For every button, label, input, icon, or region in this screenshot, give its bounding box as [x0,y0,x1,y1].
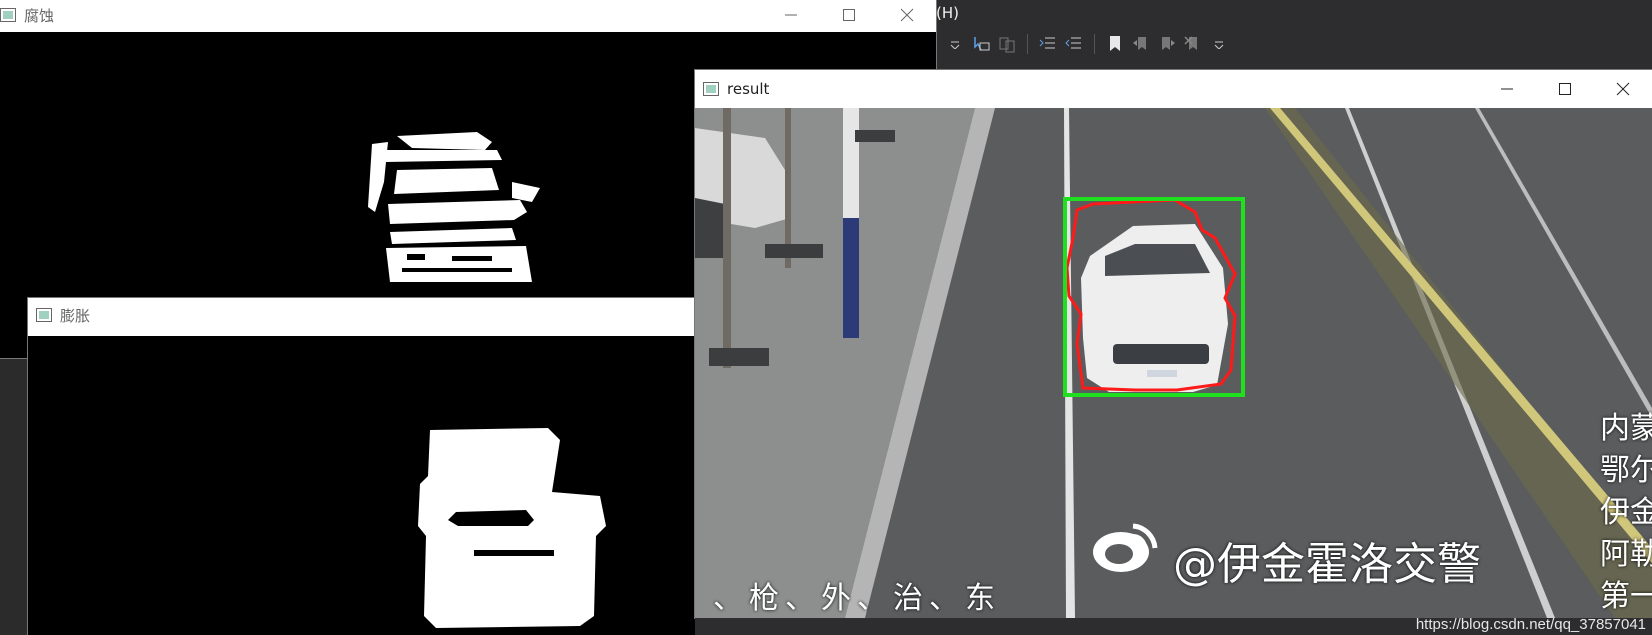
road-scene: @伊金霍洛交警 、枪、外、治、东 内蒙 鄂尔 伊金 阿勒 第一 [695,108,1652,618]
outdent-icon[interactable] [1064,34,1084,54]
result-window-titlebar[interactable]: result [695,70,1652,108]
side-text-line: 鄂尔 [1600,453,1652,488]
source-url-watermark: https://blog.csdn.net/qq_37857041 [1415,616,1646,633]
close-icon [1616,82,1630,96]
result-window[interactable]: result @伊金霍洛交警 、枪、外、治、东 内蒙 鄂尔 伊金 阿勒 第一 [695,70,1652,618]
minimize-button[interactable] [762,0,820,32]
maximize-icon [843,9,855,21]
copy-tool-icon[interactable] [997,34,1017,54]
video-watermark: @伊金霍洛交警 [1173,539,1481,590]
minimize-icon [785,14,797,16]
close-button[interactable] [878,0,936,32]
erode-window-titlebar[interactable]: 腐蚀 [0,0,936,32]
side-text-line: 阿勒 [1600,537,1652,572]
app-window-icon [36,308,52,322]
app-window-icon [0,8,16,22]
dilate-window-titlebar[interactable]: 膨胀 [28,298,704,332]
toolbar-separator [1027,34,1028,54]
side-text-line: 伊金 [1600,495,1652,530]
indent-icon[interactable] [1038,34,1058,54]
close-icon [900,8,914,22]
minimize-button[interactable] [1478,70,1536,108]
minimize-icon [1501,88,1513,90]
maximize-button[interactable] [820,0,878,32]
clear-bookmarks-icon[interactable] [1183,34,1203,54]
bookmark-icon[interactable] [1105,34,1125,54]
prev-bookmark-icon[interactable] [1131,34,1151,54]
ide-toolbar [945,30,1229,58]
toolbar-overflow-icon[interactable] [945,34,965,54]
maximize-icon [1559,83,1571,95]
select-tool-icon[interactable] [971,34,991,54]
dilate-window-title: 膨胀 [60,306,91,325]
ide-menu-help-fragment[interactable]: (H) [936,4,959,22]
dilated-car-mask [418,428,606,628]
app-window-icon [703,82,719,96]
side-text-line: 内蒙 [1600,411,1652,446]
video-side-text: 内蒙 鄂尔 伊金 阿勒 第一 [1600,408,1652,618]
result-window-title: result [727,80,770,98]
result-video-frame: @伊金霍洛交警 、枪、外、治、东 内蒙 鄂尔 伊金 阿勒 第一 [695,108,1652,618]
next-bookmark-icon[interactable] [1157,34,1177,54]
maximize-button[interactable] [1536,70,1594,108]
close-button[interactable] [1594,70,1652,108]
toolbar-separator [1094,34,1095,54]
video-caption: 、枪、外、治、东 [713,581,1001,616]
erode-window-title: 腐蚀 [24,6,55,25]
side-text-line: 第一 [1600,579,1652,614]
dilate-image [28,336,704,635]
dilate-window[interactable]: 膨胀 [28,298,704,635]
toolbar-overflow-icon[interactable] [1209,34,1229,54]
